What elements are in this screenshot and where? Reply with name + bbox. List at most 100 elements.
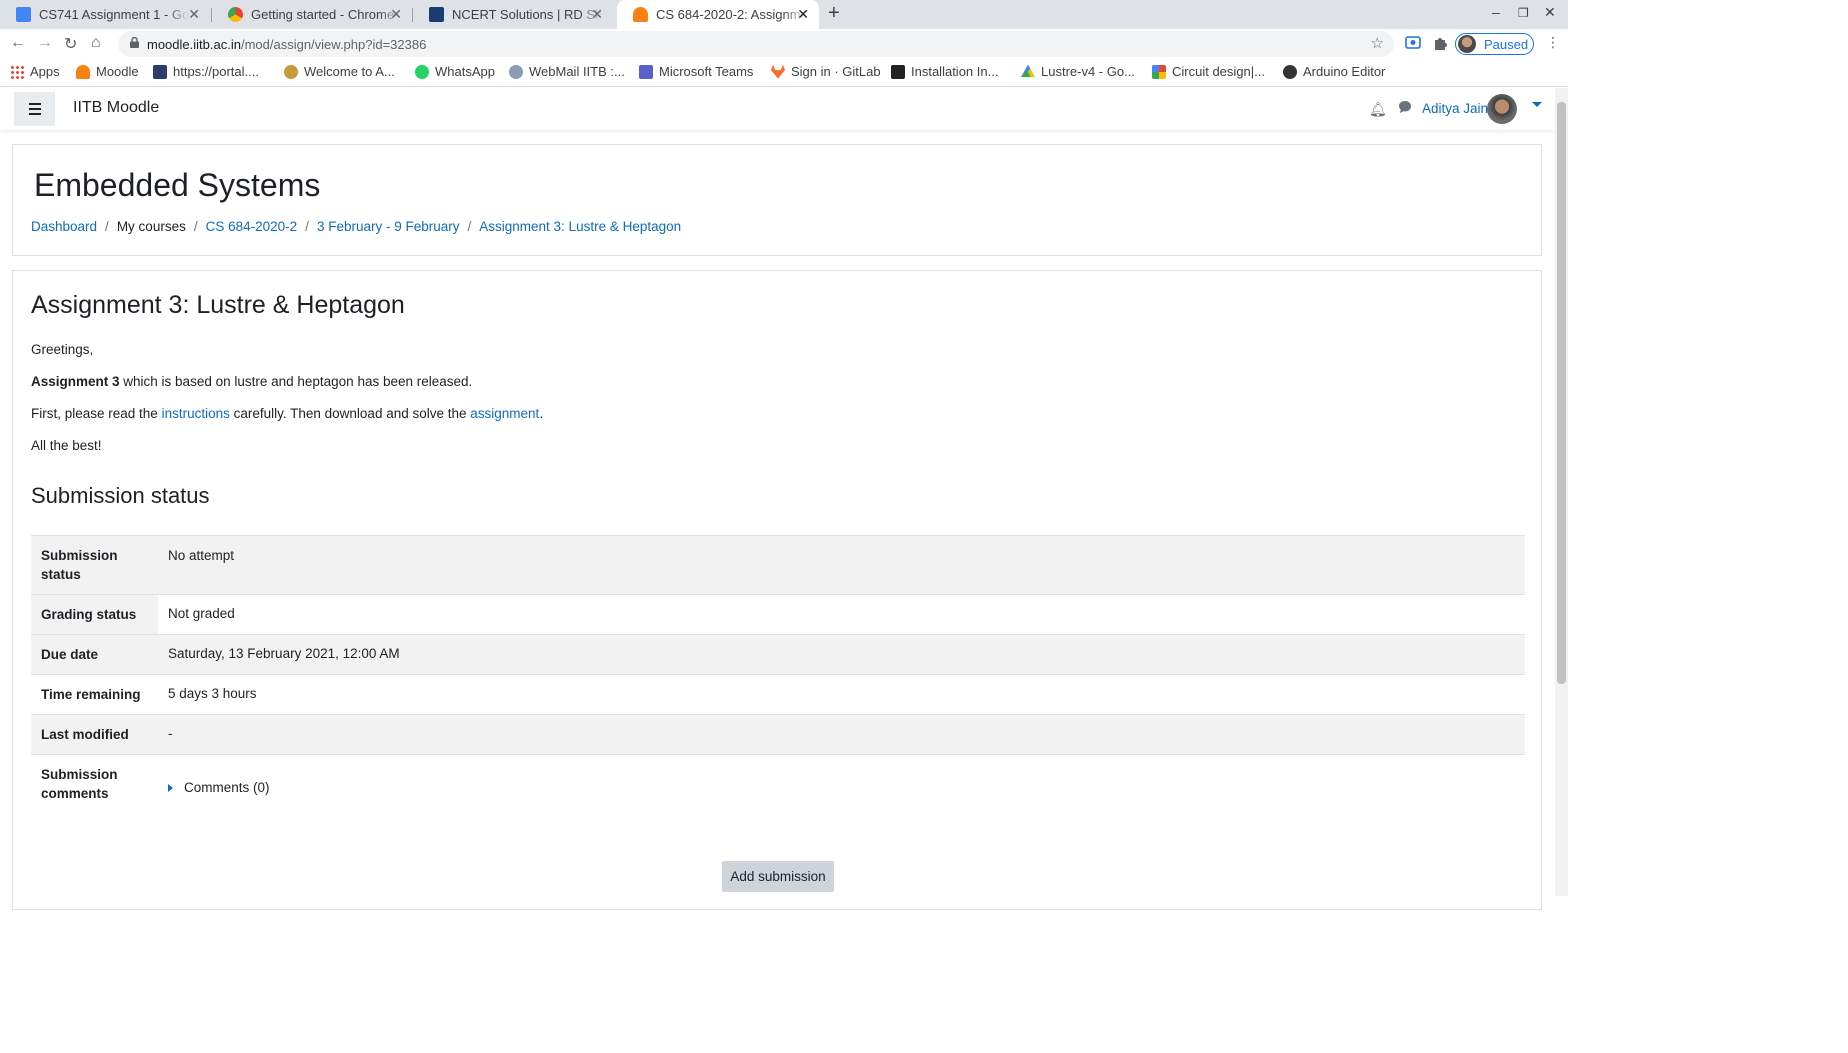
close-tab-icon[interactable]: ✕	[188, 6, 200, 23]
bookmark-label: Circuit design|...	[1172, 64, 1265, 79]
moodle-icon	[633, 7, 648, 22]
breadcrumb-section[interactable]: 3 February - 9 February	[317, 219, 460, 234]
extensions-puzzle-icon[interactable]	[1432, 35, 1448, 51]
bookmark-label: Apps	[30, 64, 60, 79]
page-scrollbar[interactable]	[1555, 88, 1568, 896]
bookmark-installation[interactable]: Installation In...	[891, 64, 998, 79]
closing-text: All the best!	[31, 438, 102, 453]
home-icon[interactable]: ⌂	[91, 34, 101, 52]
hamburger-menu-icon	[28, 103, 41, 105]
window-close-icon[interactable]: ✕	[1544, 4, 1556, 21]
scrollbar-thumb[interactable]	[1557, 102, 1566, 684]
bookmark-webmail[interactable]: WebMail IITB :...	[509, 64, 625, 79]
table-row: Grading status Not graded	[31, 595, 1525, 635]
installation-icon	[891, 64, 905, 79]
instructions-link[interactable]: instructions	[162, 406, 230, 421]
browser-tab[interactable]: NCERT Solutions | RD Shar ✕	[413, 0, 613, 29]
instr-pre: First, please read the	[31, 406, 162, 421]
intro-bold: Assignment 3	[31, 374, 120, 389]
instr-post: .	[539, 406, 544, 421]
table-row: Last modified -	[31, 715, 1525, 755]
reload-icon[interactable]: ↻	[64, 34, 77, 54]
course-title: Embedded Systems	[34, 167, 321, 203]
bookmark-label: Welcome to A...	[304, 64, 395, 79]
breadcrumb-separator: /	[467, 219, 472, 234]
bookmark-lustre[interactable]: Lustre-v4 - Go...	[1021, 64, 1135, 79]
forward-arrow-icon[interactable]: →	[37, 34, 53, 52]
breadcrumb-assignment[interactable]: Assignment 3: Lustre & Heptagon	[479, 219, 681, 234]
greeting-text: Greetings,	[31, 342, 94, 357]
breadcrumb-separator: /	[105, 219, 109, 234]
user-avatar[interactable]	[1487, 94, 1517, 124]
restore-icon[interactable]: ❐	[1518, 6, 1529, 20]
bookmark-moodle[interactable]: Moodle	[76, 64, 139, 79]
breadcrumb-course[interactable]: CS 684-2020-2	[206, 219, 298, 234]
caret-down-icon[interactable]	[1532, 102, 1542, 107]
browser-menu-icon[interactable]: ⋮	[1546, 34, 1560, 51]
bookmark-portal[interactable]: https://portal....	[153, 64, 259, 79]
ncert-icon	[429, 7, 444, 22]
row-value: Not graded	[168, 606, 235, 621]
row-label: Submission comments	[41, 767, 118, 801]
profile-paused-button[interactable]: Paused	[1455, 33, 1534, 55]
browser-tab[interactable]: CS741 Assignment 1 - Goo ✕	[0, 0, 210, 29]
close-tab-icon[interactable]: ✕	[591, 6, 603, 23]
assignment-card: Assignment 3: Lustre & Heptagon Greeting…	[12, 270, 1542, 910]
row-value: 5 days 3 hours	[168, 686, 257, 701]
bookmark-welcome[interactable]: Welcome to A...	[284, 64, 395, 79]
browser-tab-strip: CS741 Assignment 1 - Goo ✕ Getting start…	[0, 0, 1568, 29]
bookmark-apps[interactable]: Apps	[10, 64, 60, 79]
bookmark-whatsapp[interactable]: WhatsApp	[415, 64, 495, 79]
bookmark-teams[interactable]: Microsoft Teams	[639, 64, 753, 79]
notification-bell-icon[interactable]: 🔔︎	[1369, 101, 1387, 118]
site-brand[interactable]: IITB Moodle	[73, 99, 159, 117]
bookmark-star-icon[interactable]: ☆	[1371, 34, 1384, 52]
breadcrumb-dashboard[interactable]: Dashboard	[31, 219, 97, 234]
bookmark-label: https://portal....	[173, 64, 259, 79]
browser-tab-active[interactable]: CS 684-2020-2: Assignmen ✕	[617, 0, 819, 29]
table-row: Submission status No attempt	[31, 536, 1525, 595]
tab-title: Getting started - Chrome	[251, 7, 395, 22]
browser-tab[interactable]: Getting started - Chrome ✕	[212, 0, 412, 29]
comments-label: Comments (0)	[184, 780, 270, 795]
url-path: /mod/assign/view.php?id=32386	[240, 37, 427, 52]
minimize-icon[interactable]: –	[1492, 4, 1500, 20]
bookmark-label: Microsoft Teams	[659, 64, 754, 79]
address-bar[interactable]: moodle.iitb.ac.in/mod/assign/view.php?id…	[118, 31, 1394, 57]
new-tab-button[interactable]: +	[828, 2, 840, 25]
tab-title: NCERT Solutions | RD Shar	[452, 7, 602, 22]
add-submission-button[interactable]: Add submission	[722, 861, 834, 892]
breadcrumb: Dashboard / My courses / CS 684-2020-2 /…	[31, 219, 681, 234]
row-label: Submission status	[41, 548, 118, 582]
close-tab-icon[interactable]: ✕	[797, 6, 809, 23]
back-arrow-icon[interactable]: ←	[10, 34, 26, 52]
assignment-title: Assignment 3: Lustre & Heptagon	[31, 291, 405, 319]
user-menu-name[interactable]: Aditya Jain	[1422, 101, 1488, 116]
welcome-icon	[284, 64, 298, 79]
breadcrumb-my-courses: My courses	[116, 219, 186, 234]
close-tab-icon[interactable]: ✕	[390, 6, 402, 23]
bookmark-circuit[interactable]: Circuit design|...	[1152, 64, 1265, 79]
gitlab-icon	[771, 64, 785, 79]
url-text: moodle.iitb.ac.in/mod/assign/view.php?id…	[147, 37, 426, 52]
arduino-icon	[1283, 64, 1297, 79]
comments-toggle-link[interactable]: Comments (0)	[168, 780, 270, 795]
intro-rest: which is based on lustre and heptagon ha…	[119, 374, 473, 389]
bookmark-arduino[interactable]: Arduino Editor	[1283, 64, 1385, 79]
drawer-toggle-button[interactable]	[14, 92, 55, 126]
bookmark-gitlab[interactable]: Sign in · GitLab	[771, 64, 881, 79]
whatsapp-icon	[415, 64, 429, 79]
row-label: Last modified	[41, 727, 129, 742]
profile-status-label: Paused	[1484, 36, 1529, 52]
teams-icon	[639, 64, 653, 79]
table-row: Submission comments Comments (0)	[31, 755, 1525, 813]
circuit-icon	[1152, 64, 1166, 79]
hamburger-line	[28, 108, 41, 110]
assignment-link[interactable]: assignment	[470, 406, 539, 421]
messages-chat-icon[interactable]	[1398, 100, 1412, 114]
row-value: Saturday, 13 February 2021, 12:00 AM	[168, 646, 400, 661]
browser-toolbar: ← → ↻ ⌂ moodle.iitb.ac.in/mod/assign/vie…	[0, 29, 1568, 59]
google-docs-icon	[16, 7, 31, 22]
screen-cast-icon[interactable]	[1405, 35, 1421, 51]
bookmark-label: Installation In...	[911, 64, 999, 79]
